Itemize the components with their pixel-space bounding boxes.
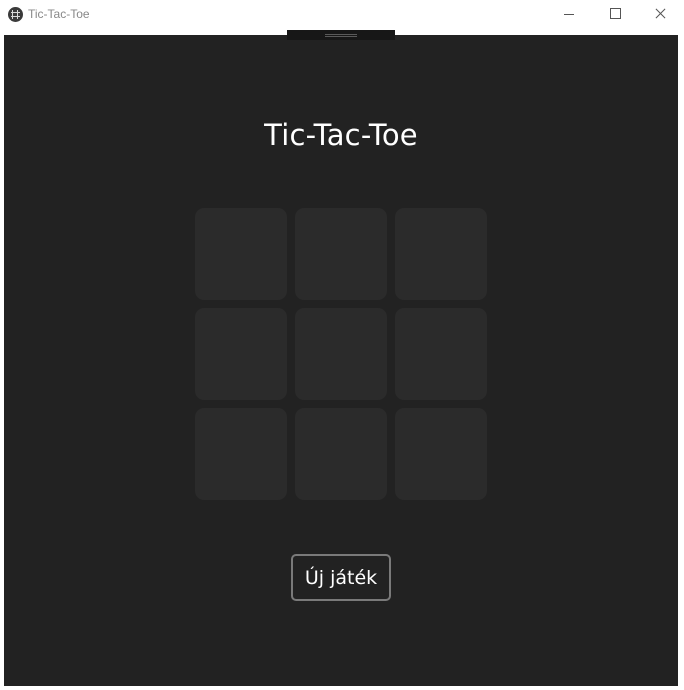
board-cell-4[interactable] (195, 308, 287, 400)
game-area: Tic-Tac-Toe Új játék (4, 30, 678, 686)
window-title: Tic-Tac-Toe (28, 7, 90, 21)
game-title: Tic-Tac-Toe (264, 118, 418, 152)
board-cell-6[interactable] (395, 308, 487, 400)
board-cell-8[interactable] (295, 408, 387, 500)
title-bar[interactable]: Tic-Tac-Toe (0, 0, 684, 30)
minimize-button[interactable] (546, 0, 592, 30)
close-button[interactable] (638, 0, 684, 30)
board-cell-2[interactable] (295, 208, 387, 300)
board-cell-1[interactable] (195, 208, 287, 300)
app-icon (8, 7, 23, 22)
board-cell-5[interactable] (295, 308, 387, 400)
maximize-button[interactable] (592, 0, 638, 30)
board-cell-3[interactable] (395, 208, 487, 300)
game-board (195, 208, 487, 500)
app-window: Tic-Tac-Toe Tic-Tac-Toe Új játék (0, 0, 684, 690)
board-cell-9[interactable] (395, 408, 487, 500)
new-game-button[interactable]: Új játék (291, 554, 391, 601)
drag-handle[interactable] (287, 30, 395, 40)
board-cell-7[interactable] (195, 408, 287, 500)
